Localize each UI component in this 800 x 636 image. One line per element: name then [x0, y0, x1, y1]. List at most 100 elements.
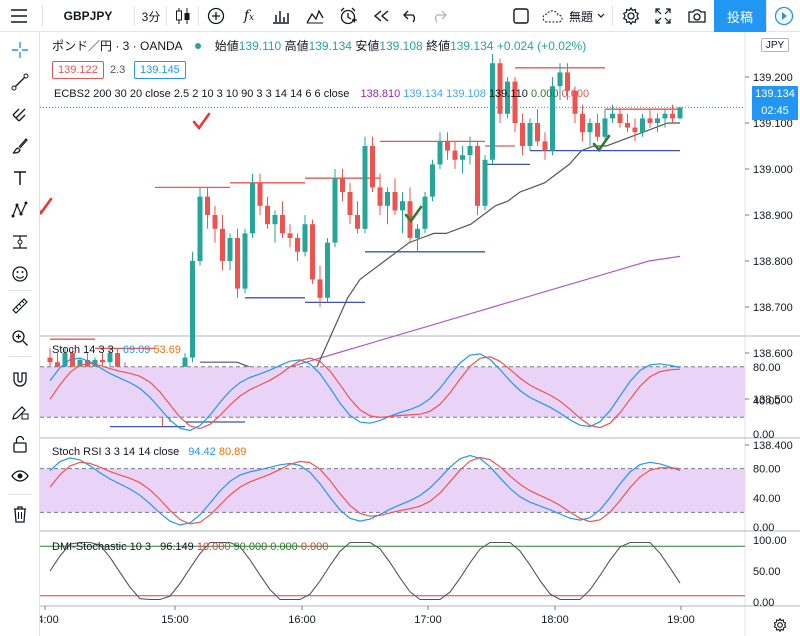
stay-in-drawing-mode-tool[interactable] [8, 400, 32, 424]
prediction-tool[interactable] [8, 230, 32, 254]
countdown-value: 02:45 [761, 105, 789, 117]
stoch-d-value: 53.69 [153, 344, 181, 356]
high-value: 139.134 [308, 39, 352, 53]
templates-button[interactable] [302, 0, 328, 32]
trash-icon [14, 506, 26, 523]
remove-drawings-tool[interactable] [8, 502, 32, 526]
eye-icon [11, 470, 29, 482]
text-icon [14, 171, 26, 185]
high-label: 高値 [284, 39, 309, 53]
text-tool[interactable] [8, 166, 32, 190]
trendline-tool[interactable] [8, 70, 32, 94]
interval-button[interactable]: 3分 [136, 0, 166, 32]
lock-drawings-tool[interactable] [8, 432, 32, 456]
stoch-k-value: 69.09 [122, 344, 151, 356]
candle-body [362, 146, 368, 229]
candle-body [47, 357, 53, 363]
stoch-legend[interactable]: Stoch 14 3 3 69.09 53.69 [52, 344, 181, 356]
status-dot-icon [195, 43, 202, 49]
candle-body [287, 233, 293, 238]
sell-button[interactable]: 139.122 [52, 61, 104, 79]
candle-body [662, 113, 668, 119]
candle-body [220, 228, 225, 261]
chart-style-button[interactable] [170, 0, 196, 32]
open-value: 139.110 [238, 39, 282, 53]
redo-button[interactable] [428, 0, 450, 32]
cloud-icon [542, 10, 563, 23]
layout-button[interactable] [508, 0, 534, 32]
indicators-button[interactable]: fx [236, 0, 262, 32]
rewind-icon [373, 10, 389, 22]
buy-button[interactable]: 139.145 [134, 61, 186, 79]
stoch-rsi-legend[interactable]: Stoch RSI 3 3 14 14 close 94.42 80.89 [52, 446, 246, 458]
snapshot-button[interactable] [684, 0, 710, 32]
candle-body [587, 123, 593, 133]
candle-body [205, 196, 210, 215]
dmi-tick-label: 100.00 [753, 535, 787, 547]
currency-badge[interactable]: JPY [761, 38, 789, 52]
stoch-rsi-k-value: 94.42 [188, 446, 216, 458]
stoch-tick-label: 0.00 [753, 429, 774, 441]
plus-circle-icon [207, 7, 225, 25]
crosshair-icon [12, 42, 28, 58]
brush-tool[interactable] [8, 134, 32, 158]
chart-area[interactable]: 139.200 139.100 139.000 138.900 138.800 138.7… [40, 32, 800, 636]
candle-body [422, 196, 428, 229]
icon-tool[interactable] [8, 262, 32, 286]
price-tick-label: 138.400 [753, 440, 793, 452]
signal-check-mark [592, 134, 611, 153]
candle-body [670, 113, 675, 119]
replay-button[interactable] [368, 0, 394, 32]
play-button[interactable] [766, 0, 800, 32]
pitchfork-icon [12, 108, 26, 122]
stoch-rsi-tick-label: 0.00 [753, 522, 774, 534]
chart-settings-button[interactable] [768, 617, 792, 633]
candle-body [355, 215, 360, 229]
camera-icon [688, 9, 706, 23]
compare-button[interactable] [202, 0, 230, 32]
fullscreen-button[interactable] [650, 0, 676, 32]
buy-price: 139.145 [140, 64, 180, 76]
crosshair-tool[interactable] [8, 38, 32, 62]
candle-body [677, 107, 683, 119]
signal-check-mark [40, 197, 53, 216]
dmi-legend[interactable]: DMI-Stochastic 10 3 96.149 10.000 90.000… [52, 541, 328, 553]
publish-button[interactable]: 投稿 [714, 0, 766, 32]
measure-tool[interactable] [8, 294, 32, 318]
publish-label: 投稿 [726, 9, 753, 25]
pitchfork-tool[interactable] [8, 102, 32, 126]
fx-icon: fx [243, 8, 255, 24]
fullscreen-icon [655, 8, 671, 24]
symbol-label: GBPJPY [63, 9, 113, 23]
bar-chart-icon [273, 11, 289, 24]
pencil-lock-icon [12, 406, 29, 420]
undo-button[interactable] [400, 0, 422, 32]
candle-body [520, 123, 525, 146]
menu-icon[interactable] [4, 0, 34, 32]
ecbs-label: ECBS2 200 30 20 close 2.5 2 10 3 10 90 3… [54, 88, 350, 100]
template-dropdown[interactable]: 無題 [538, 0, 608, 32]
stoch-tick-label: 40.00 [753, 395, 781, 407]
candle-body [55, 362, 60, 367]
magnet-tool[interactable] [8, 368, 32, 392]
signal-check-mark [192, 112, 211, 131]
symbol-search-button[interactable]: GBPJPY [48, 0, 128, 32]
ecbs-value-2: 139.134 [403, 88, 444, 100]
last-price-label: 139.134 02:45 [752, 86, 798, 120]
hide-drawings-tool[interactable] [8, 464, 32, 488]
candle-body [392, 192, 398, 211]
settings-button[interactable] [618, 0, 644, 32]
interval-label: 3分 [141, 9, 161, 24]
stoch-label: Stoch 14 3 3 [52, 344, 114, 356]
candle-body [347, 192, 353, 215]
pattern-tool[interactable] [8, 198, 32, 222]
zoom-tool[interactable] [8, 326, 32, 350]
candle-body [415, 228, 420, 238]
alert-button[interactable] [334, 0, 362, 32]
ecbs-legend[interactable]: ECBS2 200 30 20 close 2.5 2 10 3 10 90 3… [54, 88, 589, 100]
dmi-value-2: 10.000 [196, 541, 231, 553]
drawing-toolbar [0, 32, 40, 636]
financials-button[interactable] [268, 0, 294, 32]
candle-body [655, 118, 660, 123]
time-tick-label: 17:00 [414, 614, 442, 626]
